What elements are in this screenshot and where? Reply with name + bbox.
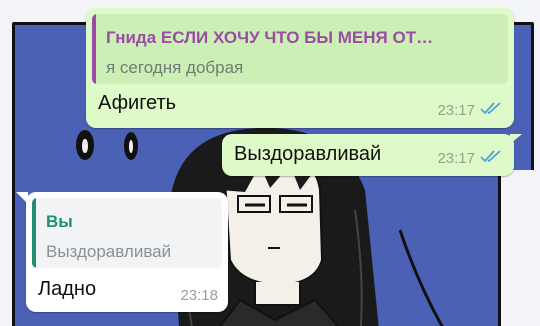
message-time: 23:18 (180, 287, 218, 304)
message-meta: 23:17 (437, 101, 502, 120)
reply-quote-bar (32, 198, 36, 268)
double-check-icon (480, 149, 502, 168)
message-time: 23:17 (437, 150, 475, 167)
reply-text: я сегодня добрая (106, 58, 244, 77)
outgoing-message[interactable]: Выздоравливай 23:17 (222, 134, 514, 176)
reply-author: Гнида ЕСЛИ ХОЧУ ЧТО БЫ МЕНЯ ОТ… (106, 28, 434, 47)
message-meta: 23:18 (180, 287, 218, 304)
message-time: 23:17 (437, 102, 475, 119)
wallpaper-ink-blot (76, 130, 94, 160)
message-text: Афигеть (98, 92, 177, 114)
reply-quote[interactable]: Вы Выздоравливай (32, 198, 222, 268)
bubble-tail (510, 134, 522, 144)
reply-author: Вы (46, 212, 73, 231)
message-text: Выздоравливай (234, 143, 382, 165)
reply-text: Выздоравливай (46, 242, 172, 261)
reply-quote-bar (92, 14, 96, 84)
message-meta: 23:17 (437, 149, 502, 168)
reply-quote[interactable]: Гнида ЕСЛИ ХОЧУ ЧТО БЫ МЕНЯ ОТ… я сегодн… (92, 14, 508, 84)
incoming-message[interactable]: Вы Выздоравливай Ладно 23:18 (26, 192, 228, 312)
outgoing-message[interactable]: Гнида ЕСЛИ ХОЧУ ЧТО БЫ МЕНЯ ОТ… я сегодн… (86, 8, 514, 128)
message-text: Ладно (38, 278, 97, 300)
wallpaper-ink-blot (124, 132, 138, 160)
wallpaper-side-panel (498, 170, 540, 326)
double-check-icon (480, 101, 502, 120)
